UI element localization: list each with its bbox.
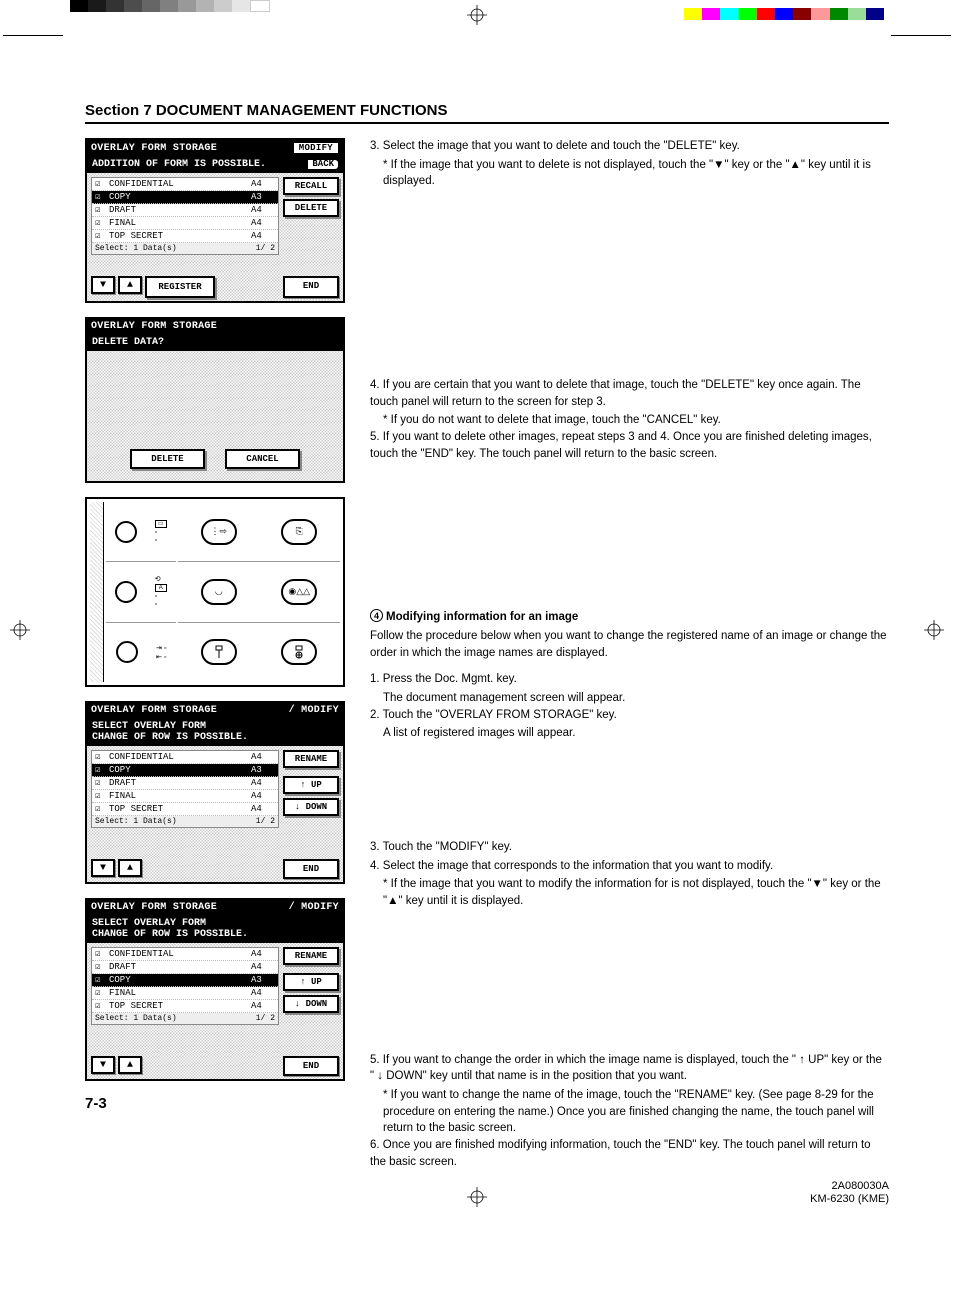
end-button[interactable]: END xyxy=(283,1056,339,1076)
lcd-panel-modify-2: OVERLAY FORM STORAGE / MODIFY SELECT OVE… xyxy=(85,898,345,1081)
panel-title: OVERLAY FORM STORAGE xyxy=(91,143,217,154)
lcd-panel-delete-confirm: OVERLAY FORM STORAGE DELETE DATA? DELETE… xyxy=(85,317,345,483)
panel-key[interactable]: ⋮⇨ xyxy=(201,519,237,545)
panel-key[interactable]: ◡ xyxy=(201,579,237,605)
modify-label: / MODIFY xyxy=(289,705,339,716)
doc-icon: ▭ xyxy=(155,520,167,528)
lcd-panel-overlay-storage: OVERLAY FORM STORAGE MODIFY ADDITION OF … xyxy=(85,138,345,303)
list-item[interactable]: ☑TOP SECRETA4 xyxy=(92,1000,278,1013)
list-item[interactable]: ☑COPYA3 xyxy=(92,974,278,987)
cancel-button[interactable]: CANCEL xyxy=(225,449,300,469)
panel-title: OVERLAY FORM STORAGE xyxy=(91,705,217,716)
section-title: Section 7 DOCUMENT MANAGEMENT FUNCTIONS xyxy=(85,102,889,124)
lcd-panel-modify-1: OVERLAY FORM STORAGE / MODIFY SELECT OVE… xyxy=(85,701,345,884)
rename-button[interactable]: RENAME xyxy=(283,750,339,768)
up-button[interactable]: ↑ UP xyxy=(283,776,339,794)
delete-confirm-button[interactable]: DELETE xyxy=(130,449,205,469)
panel-key[interactable] xyxy=(115,521,137,543)
instruction-block-1: 3. Select the image that you want to del… xyxy=(370,138,889,190)
panel-subtitle: ADDITION OF FORM IS POSSIBLE. xyxy=(92,159,266,170)
list-item[interactable]: ☑FINALA4 xyxy=(92,217,278,230)
list-item[interactable]: ☑TOP SECRETA4 xyxy=(92,803,278,816)
circled-number-icon: 4 xyxy=(370,609,383,622)
file-list: ☑CONFIDENTIALA4 ☑COPYA3 ☑DRAFTA4 ☑FINALA… xyxy=(91,177,279,255)
list-item[interactable]: ☑FINALA4 xyxy=(92,790,278,803)
recall-button[interactable]: RECALL xyxy=(283,177,339,195)
delete-prompt: DELETE DATA? xyxy=(92,337,164,348)
instruction-block-2: 4. If you are certain that you want to d… xyxy=(370,377,889,462)
control-panel-diagram: ▭▫▫ ⟲A▫▫ ⇥ ▫⇤ ▫ ⋮⇨⎘ ◡◉△△ xyxy=(85,497,345,687)
list-footer: Select: 1 Data(s)1/ 2 xyxy=(92,243,278,254)
list-item[interactable]: ☑DRAFTA4 xyxy=(92,777,278,790)
back-button[interactable]: BACK xyxy=(308,160,338,170)
up-arrow-button[interactable]: ▲ xyxy=(118,276,142,294)
panel-subtitle: SELECT OVERLAY FORM CHANGE OF ROW IS POS… xyxy=(92,721,248,743)
up-arrow-button[interactable]: ▲ xyxy=(118,1056,142,1074)
panel-key[interactable] xyxy=(281,639,317,665)
panel-key[interactable]: ⎘ xyxy=(281,519,317,545)
down-button[interactable]: ↓ DOWN xyxy=(283,995,339,1013)
file-list: ☑CONFIDENTIALA4 ☑DRAFTA4 ☑COPYA3 ☑FINALA… xyxy=(91,947,279,1025)
panel-title: OVERLAY FORM STORAGE xyxy=(91,321,217,332)
a4-icon: A xyxy=(155,584,167,592)
down-arrow-button[interactable]: ▼ xyxy=(91,276,115,294)
end-button[interactable]: END xyxy=(283,276,339,298)
list-item[interactable]: ☑COPYA3 xyxy=(92,764,278,777)
panel-key[interactable] xyxy=(115,581,137,603)
panel-key[interactable] xyxy=(116,641,138,663)
panel-subtitle: SELECT OVERLAY FORM CHANGE OF ROW IS POS… xyxy=(92,918,248,940)
panel-key[interactable]: ◉△△ xyxy=(281,579,317,605)
list-item[interactable]: ☑CONFIDENTIALA4 xyxy=(92,751,278,764)
down-arrow-button[interactable]: ▼ xyxy=(91,859,115,877)
panel-key[interactable] xyxy=(201,639,237,665)
grayscale-calibration-bar xyxy=(70,0,270,12)
list-item[interactable]: ☑DRAFTA4 xyxy=(92,204,278,217)
up-button[interactable]: ↑ UP xyxy=(283,973,339,991)
rename-button[interactable]: RENAME xyxy=(283,947,339,965)
panel-title: OVERLAY FORM STORAGE xyxy=(91,902,217,913)
list-item[interactable]: ☑CONFIDENTIALA4 xyxy=(92,948,278,961)
down-button[interactable]: ↓ DOWN xyxy=(283,798,339,816)
instruction-block-3: 4Modifying information for an image Foll… xyxy=(370,609,889,742)
modify-button[interactable]: MODIFY xyxy=(293,142,339,154)
list-item[interactable]: ☑FINALA4 xyxy=(92,987,278,1000)
page-number: 7-3 xyxy=(85,1095,345,1112)
list-item[interactable]: ☑CONFIDENTIALA4 xyxy=(92,178,278,191)
instruction-block-4: 3. Touch the "MODIFY" key. 4. Select the… xyxy=(370,839,889,910)
instruction-block-5: 5. If you want to change the order in wh… xyxy=(370,1052,889,1171)
delete-button[interactable]: DELETE xyxy=(283,199,339,217)
footer-text: 2A080030A KM-6230 (KME) xyxy=(810,1180,889,1206)
list-footer: Select: 1 Data(s)1/ 2 xyxy=(92,816,278,827)
list-item[interactable]: ☑COPYA3 xyxy=(92,191,278,204)
up-arrow-button[interactable]: ▲ xyxy=(118,859,142,877)
modify-label: / MODIFY xyxy=(289,902,339,913)
list-item[interactable]: ☑DRAFTA4 xyxy=(92,961,278,974)
file-list: ☑CONFIDENTIALA4 ☑COPYA3 ☑DRAFTA4 ☑FINALA… xyxy=(91,750,279,828)
down-arrow-button[interactable]: ▼ xyxy=(91,1056,115,1074)
list-footer: Select: 1 Data(s)1/ 2 xyxy=(92,1013,278,1024)
list-item[interactable]: ☑TOP SECRETA4 xyxy=(92,230,278,243)
end-button[interactable]: END xyxy=(283,859,339,879)
register-button[interactable]: REGISTER xyxy=(145,276,215,298)
